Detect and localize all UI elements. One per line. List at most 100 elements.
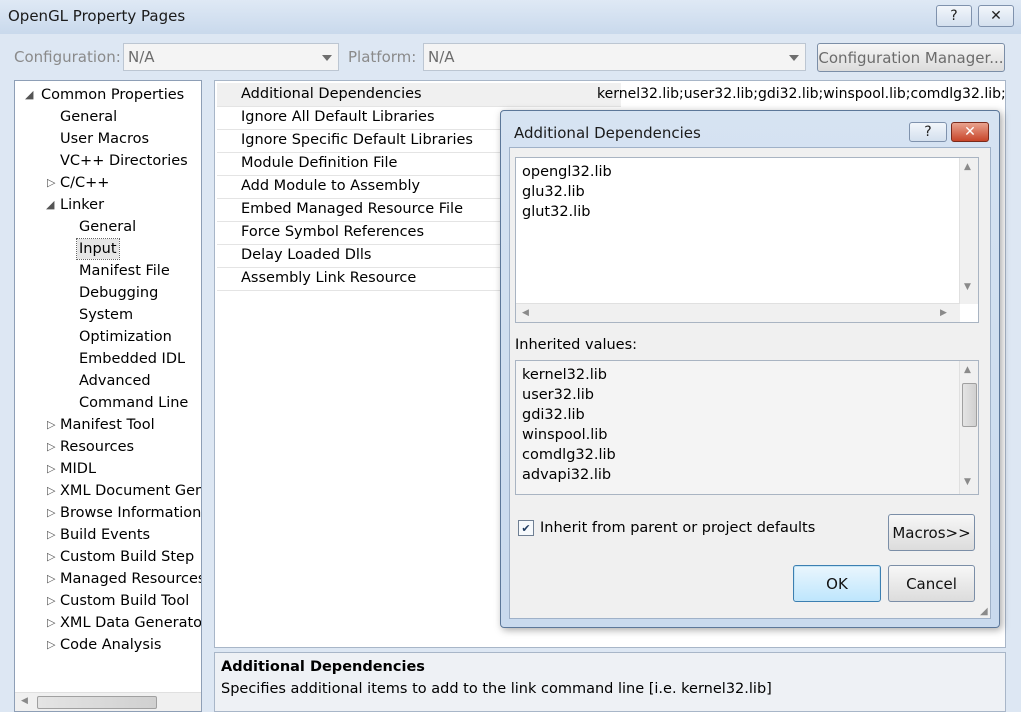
dialog-content: opengl32.lib glu32.lib glut32.lib ▲ ▼ ◀ …: [509, 147, 991, 619]
resize-grip-icon[interactable]: ◢: [980, 606, 988, 617]
expand-arrow-icon[interactable]: ▷: [47, 503, 55, 523]
property-row-assembly-link-resource[interactable]: Assembly Link Resource: [217, 267, 526, 291]
dependencies-horizontal-scrollbar[interactable]: ◀ ▶: [516, 303, 960, 322]
property-row-ignore-all-default-libraries[interactable]: Ignore All Default Libraries: [217, 106, 526, 130]
cancel-button-label: Cancel: [906, 574, 957, 593]
platform-dropdown[interactable]: N/A: [423, 43, 806, 71]
window-help-button[interactable]: ?: [936, 5, 972, 27]
macros-button[interactable]: Macros>>: [888, 514, 975, 551]
property-row-force-symbol-references[interactable]: Force Symbol References: [217, 221, 526, 245]
expand-arrow-icon[interactable]: ▷: [47, 437, 55, 457]
dialog-help-button[interactable]: ?: [909, 122, 947, 142]
window-close-button[interactable]: ✕: [978, 5, 1014, 27]
configuration-manager-button[interactable]: Configuration Manager...: [817, 43, 1005, 72]
tree-node-xml-data-generator[interactable]: XML Data Generator: [60, 613, 201, 633]
inherited-value-line: user32.lib: [522, 387, 594, 403]
tree-node-linker-input[interactable]: Input: [76, 238, 120, 260]
tree-node-custom-build-tool[interactable]: Custom Build Tool: [60, 591, 189, 611]
tree-node-manifest-tool[interactable]: Manifest Tool: [60, 415, 155, 435]
tree-node-debugging[interactable]: Debugging: [79, 283, 158, 303]
tree-node-system[interactable]: System: [79, 305, 133, 325]
close-icon: ✕: [990, 8, 1002, 24]
macros-button-label: Macros>>: [892, 523, 971, 542]
inherited-scroll-thumb[interactable]: [962, 383, 977, 427]
tree-node-code-analysis[interactable]: Code Analysis: [60, 635, 161, 655]
inherit-checkbox-label: Inherit from parent or project defaults: [540, 520, 816, 536]
scroll-left-icon[interactable]: ◀: [522, 308, 529, 318]
tree-node-browse-information[interactable]: Browse Information: [60, 503, 201, 523]
expand-arrow-icon[interactable]: ▷: [47, 569, 55, 589]
tree-node-build-events[interactable]: Build Events: [60, 525, 150, 545]
property-row-delay-loaded-dlls[interactable]: Delay Loaded Dlls: [217, 244, 526, 268]
cancel-button[interactable]: Cancel: [888, 565, 975, 602]
scroll-down-icon[interactable]: ▼: [964, 282, 971, 292]
property-row-additional-dependencies[interactable]: Additional Dependencies: [217, 83, 621, 107]
inherit-checkbox-row[interactable]: ✔ Inherit from parent or project default…: [518, 520, 815, 536]
tree-node-manifest-file[interactable]: Manifest File: [79, 261, 170, 281]
tree-node-user-macros[interactable]: User Macros: [60, 129, 149, 149]
chevron-down-icon: [322, 55, 332, 61]
tree-node-linker-general[interactable]: General: [79, 217, 136, 237]
scroll-left-icon[interactable]: ◀: [21, 696, 28, 706]
expand-arrow-icon[interactable]: ▷: [47, 525, 55, 545]
tree-horizontal-scrollbar[interactable]: ◀: [15, 692, 201, 711]
property-row-module-definition-file[interactable]: Module Definition File: [217, 152, 526, 176]
tree-node-xml-document-generator[interactable]: XML Document Gene: [60, 481, 201, 501]
expand-arrow-icon[interactable]: ▷: [47, 591, 55, 611]
tree-node-linker[interactable]: Linker: [60, 195, 104, 215]
property-row-add-module-to-assembly[interactable]: Add Module to Assembly: [217, 175, 526, 199]
configuration-label: Configuration:: [14, 48, 121, 66]
scroll-down-icon[interactable]: ▼: [964, 477, 971, 487]
expand-arrow-icon[interactable]: ▷: [47, 547, 55, 567]
property-tree[interactable]: ◢ Common Properties General User Macros …: [14, 80, 202, 712]
tree-node-command-line[interactable]: Command Line: [79, 393, 188, 413]
tree-node-general[interactable]: General: [60, 107, 117, 127]
description-text: Specifies additional items to add to the…: [221, 681, 772, 697]
inherited-values-list[interactable]: kernel32.lib user32.lib gdi32.lib winspo…: [515, 360, 979, 495]
tree-node-optimization[interactable]: Optimization: [79, 327, 172, 347]
inherited-value-line: winspool.lib: [522, 427, 608, 443]
tree-node-vc-directories[interactable]: VC++ Directories: [60, 151, 188, 171]
collapse-arrow-icon[interactable]: ◢: [25, 85, 33, 105]
scroll-up-icon[interactable]: ▲: [964, 365, 971, 375]
help-icon: ?: [950, 8, 958, 24]
dialog-title: Additional Dependencies: [514, 124, 701, 142]
expand-arrow-icon[interactable]: ▷: [47, 635, 55, 655]
collapse-arrow-icon[interactable]: ◢: [46, 195, 54, 215]
expand-arrow-icon[interactable]: ▷: [47, 481, 55, 501]
inherit-checkbox[interactable]: ✔: [518, 520, 534, 536]
dialog-close-button[interactable]: ✕: [951, 122, 989, 142]
ok-button[interactable]: OK: [793, 565, 881, 602]
property-row-embed-managed-resource-file[interactable]: Embed Managed Resource File: [217, 198, 526, 222]
dependency-line[interactable]: glu32.lib: [522, 182, 585, 202]
dependency-line[interactable]: glut32.lib: [522, 202, 590, 222]
dependencies-vertical-scrollbar[interactable]: ▲ ▼: [959, 158, 978, 304]
tree-node-c-cpp[interactable]: C/C++: [60, 173, 109, 193]
tree-node-resources[interactable]: Resources: [60, 437, 134, 457]
tree-node-common-properties[interactable]: Common Properties: [41, 85, 184, 105]
tree-scroll-thumb[interactable]: [37, 696, 157, 709]
tree-node-midl[interactable]: MIDL: [60, 459, 96, 479]
expand-arrow-icon[interactable]: ▷: [47, 415, 55, 435]
tree-node-custom-build-step[interactable]: Custom Build Step: [60, 547, 194, 567]
expand-arrow-icon[interactable]: ▷: [47, 459, 55, 479]
inherited-values-label: Inherited values:: [515, 337, 638, 353]
expand-arrow-icon[interactable]: ▷: [47, 173, 55, 193]
expand-arrow-icon[interactable]: ▷: [47, 613, 55, 633]
window-title: OpenGL Property Pages: [8, 7, 186, 25]
scroll-up-icon[interactable]: ▲: [964, 162, 971, 172]
configuration-value: N/A: [128, 48, 155, 66]
dependency-line[interactable]: opengl32.lib: [522, 162, 612, 182]
tree-node-embedded-idl[interactable]: Embedded IDL: [79, 349, 185, 369]
scroll-right-icon[interactable]: ▶: [940, 308, 947, 318]
dependencies-textbox[interactable]: opengl32.lib glu32.lib glut32.lib ▲ ▼ ◀ …: [515, 157, 979, 323]
property-row-ignore-specific-default-libraries[interactable]: Ignore Specific Default Libraries: [217, 129, 526, 153]
chevron-down-icon: [789, 55, 799, 61]
configuration-dropdown[interactable]: N/A: [123, 43, 339, 71]
ok-button-label: OK: [826, 574, 848, 593]
property-value-additional-dependencies[interactable]: kernel32.lib;user32.lib;gdi32.lib;winspo…: [597, 83, 1005, 106]
tree-node-advanced[interactable]: Advanced: [79, 371, 151, 391]
tree-node-managed-resources[interactable]: Managed Resources: [60, 569, 201, 589]
inherited-vertical-scrollbar[interactable]: ▲ ▼: [959, 361, 978, 494]
configuration-manager-label: Configuration Manager...: [818, 48, 1004, 67]
